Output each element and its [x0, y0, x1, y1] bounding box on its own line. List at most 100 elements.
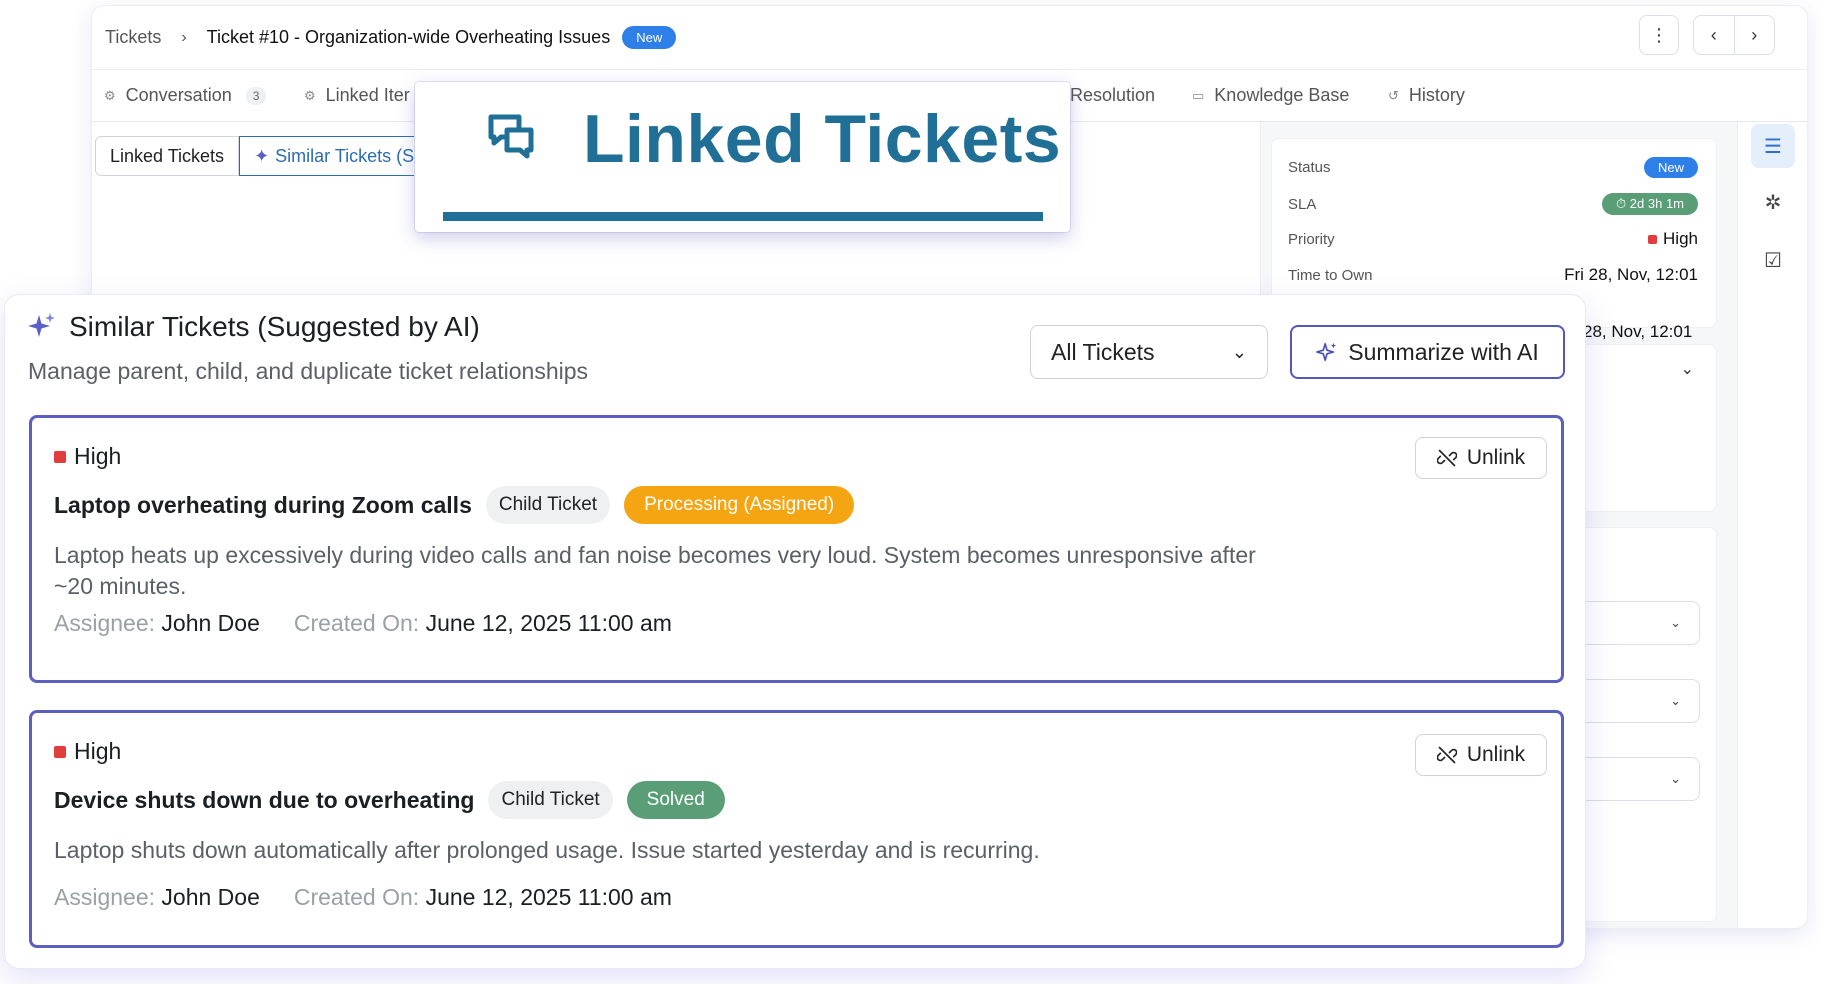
tab-linked-items[interactable]: ⚙ Linked Iter [304, 85, 410, 106]
ticket-status-chip: Solved [626, 781, 725, 819]
ticket-priority: High [54, 738, 121, 765]
tab-knowledge-base-label: Knowledge Base [1214, 85, 1350, 105]
callout-underline [443, 212, 1043, 221]
similar-ticket-card[interactable]: High Unlink Device shuts down due to ove… [29, 710, 1564, 948]
priority-row: Priority High [1288, 229, 1698, 249]
breadcrumb-separator-icon: › [181, 28, 187, 46]
tab-knowledge-base[interactable]: ▭ Knowledge Base [1192, 85, 1349, 106]
priority-value[interactable]: High [1648, 229, 1698, 249]
assignee-value: John Doe [161, 884, 260, 910]
checklist-icon: ☑ [1764, 249, 1782, 272]
ticket-description: Laptop heats up excessively during video… [54, 542, 1256, 599]
priority-value-text: High [1663, 229, 1698, 248]
sla-row: SLA ⏱ 2d 3h 1m [1288, 193, 1698, 215]
ticket-description: Laptop shuts down automatically after pr… [54, 837, 1040, 863]
ticket-title-row: Laptop overheating during Zoom calls Chi… [54, 486, 855, 524]
ticket-created: Created On: June 12, 2025 11:00 am [294, 884, 672, 911]
unlink-icon [1436, 746, 1457, 764]
ticket-assignee: Assignee: John Doe [54, 884, 260, 911]
status-value-badge[interactable]: New [1643, 157, 1698, 178]
second-date-value: 28, Nov, 12:01 [1583, 322, 1693, 341]
ticket-meta: Assignee: John Doe Created On: June 12, … [54, 610, 672, 637]
ticket-filter-value: All Tickets [1051, 338, 1155, 365]
similar-tickets-panel: Similar Tickets (Suggested by AI) Manage… [5, 295, 1585, 968]
tab-resolution-label: Resolution [1070, 85, 1156, 105]
ticket-priority-label: High [74, 443, 122, 469]
chevron-down-icon: ⌄ [1670, 693, 1681, 708]
status-label: Status [1288, 159, 1331, 176]
unlink-icon [1436, 449, 1457, 467]
sla-label: SLA [1288, 195, 1317, 213]
ticket-priority-label: High [74, 738, 122, 764]
ticket-status-chip: Processing (Assigned) [624, 486, 855, 524]
next-ticket-button[interactable]: › [1733, 16, 1775, 54]
priority-high-icon [54, 450, 66, 463]
chevron-down-icon: ⌄ [1231, 341, 1247, 362]
history-icon: ↺ [1388, 87, 1399, 103]
summarize-label: Summarize with AI [1348, 338, 1539, 365]
subtab-similar-tickets[interactable]: ✦ Similar Tickets (S [239, 136, 430, 176]
priority-high-icon [54, 745, 66, 758]
created-label: Created On: [293, 884, 420, 910]
breadcrumb-tickets[interactable]: Tickets [105, 27, 161, 48]
lightbulb-icon: ✲ [1764, 191, 1782, 214]
link-icon: ⚙ [304, 87, 316, 103]
conversation-icon: ⚙ [104, 87, 116, 103]
tab-conversation[interactable]: ⚙ Conversation 3 [104, 85, 267, 106]
tab-history[interactable]: ↺ History [1388, 85, 1465, 106]
status-row: Status New [1288, 157, 1698, 178]
assignee-label: Assignee: [54, 884, 156, 910]
chevron-down-icon: ⌄ [1670, 771, 1681, 786]
ticket-created: Created On: June 12, 2025 11:00 am [294, 610, 672, 637]
right-tool-rail: ☰ ✲ ☑ [1737, 122, 1807, 928]
time-to-own-row: Time to Own Fri 28, Nov, 12:01 [1288, 265, 1698, 285]
ticket-type-chip: Child Ticket [488, 781, 613, 819]
sla-value: 2d 3h 1m [1629, 196, 1684, 211]
tab-resolution[interactable]: Resolution [1070, 85, 1155, 106]
unlink-label: Unlink [1466, 743, 1526, 766]
checklist-button[interactable]: ☑ [1751, 238, 1795, 282]
similar-ticket-card[interactable]: High Unlink Laptop overheating during Zo… [29, 415, 1564, 683]
time-to-own-label: Time to Own [1288, 266, 1373, 284]
summarize-with-ai-button[interactable]: Summarize with AI [1290, 325, 1565, 379]
linked-subtabs: Linked Tickets ✦ Similar Tickets (S [95, 136, 430, 176]
details-list-button[interactable]: ☰ [1751, 124, 1795, 168]
ticket-title-row: Device shuts down due to overheating Chi… [54, 781, 725, 819]
previous-ticket-button[interactable]: ‹ [1694, 16, 1734, 54]
priority-high-icon [1648, 234, 1658, 244]
sla-timer-badge: ⏱ 2d 3h 1m [1602, 193, 1698, 215]
ticket-header: Tickets › Ticket #10 - Organization-wide… [92, 6, 1807, 70]
tab-history-label: History [1408, 85, 1465, 105]
ticket-priority: High [54, 443, 121, 470]
chevron-down-icon[interactable]: ⌄ [1681, 359, 1694, 379]
unlink-label: Unlink [1466, 446, 1526, 469]
ticket-pager: ‹ › [1693, 15, 1775, 55]
ticket-title[interactable]: Device shuts down due to overheating [54, 787, 474, 814]
created-value: June 12, 2025 11:00 am [425, 610, 672, 636]
ticket-assignee: Assignee: John Doe [54, 610, 260, 637]
more-options-button[interactable]: ⋮ [1639, 15, 1679, 55]
linked-tickets-callout: Linked Tickets [415, 82, 1070, 232]
created-label: Created On: [293, 610, 420, 636]
ticket-type-chip: Child Ticket [485, 486, 611, 524]
list-icon: ☰ [1764, 135, 1782, 158]
ticket-filter-select[interactable]: All Tickets ⌄ [1030, 325, 1268, 379]
subtab-linked-tickets[interactable]: Linked Tickets [95, 136, 240, 176]
unlink-button[interactable]: Unlink [1415, 734, 1547, 776]
insights-button[interactable]: ✲ [1751, 180, 1795, 224]
book-icon: ▭ [1192, 87, 1205, 103]
tab-linked-items-label: Linked Iter [325, 85, 410, 105]
chat-bubbles-icon [488, 114, 534, 159]
assignee-label: Assignee: [54, 610, 156, 636]
ticket-title[interactable]: Laptop overheating during Zoom calls [54, 492, 472, 519]
ticket-meta: Assignee: John Doe Created On: June 12, … [54, 884, 672, 911]
chevron-down-icon: ⌄ [1670, 615, 1681, 630]
sparkle-icon: ✦ [254, 145, 270, 166]
callout-title: Linked Tickets [583, 101, 1062, 177]
panel-title: Similar Tickets (Suggested by AI) [27, 311, 480, 343]
priority-label: Priority [1288, 230, 1335, 248]
tab-conversation-label: Conversation [125, 85, 232, 105]
ticket-status-badge: New [622, 26, 677, 49]
sparkle-icon [28, 313, 55, 337]
unlink-button[interactable]: Unlink [1415, 437, 1547, 479]
